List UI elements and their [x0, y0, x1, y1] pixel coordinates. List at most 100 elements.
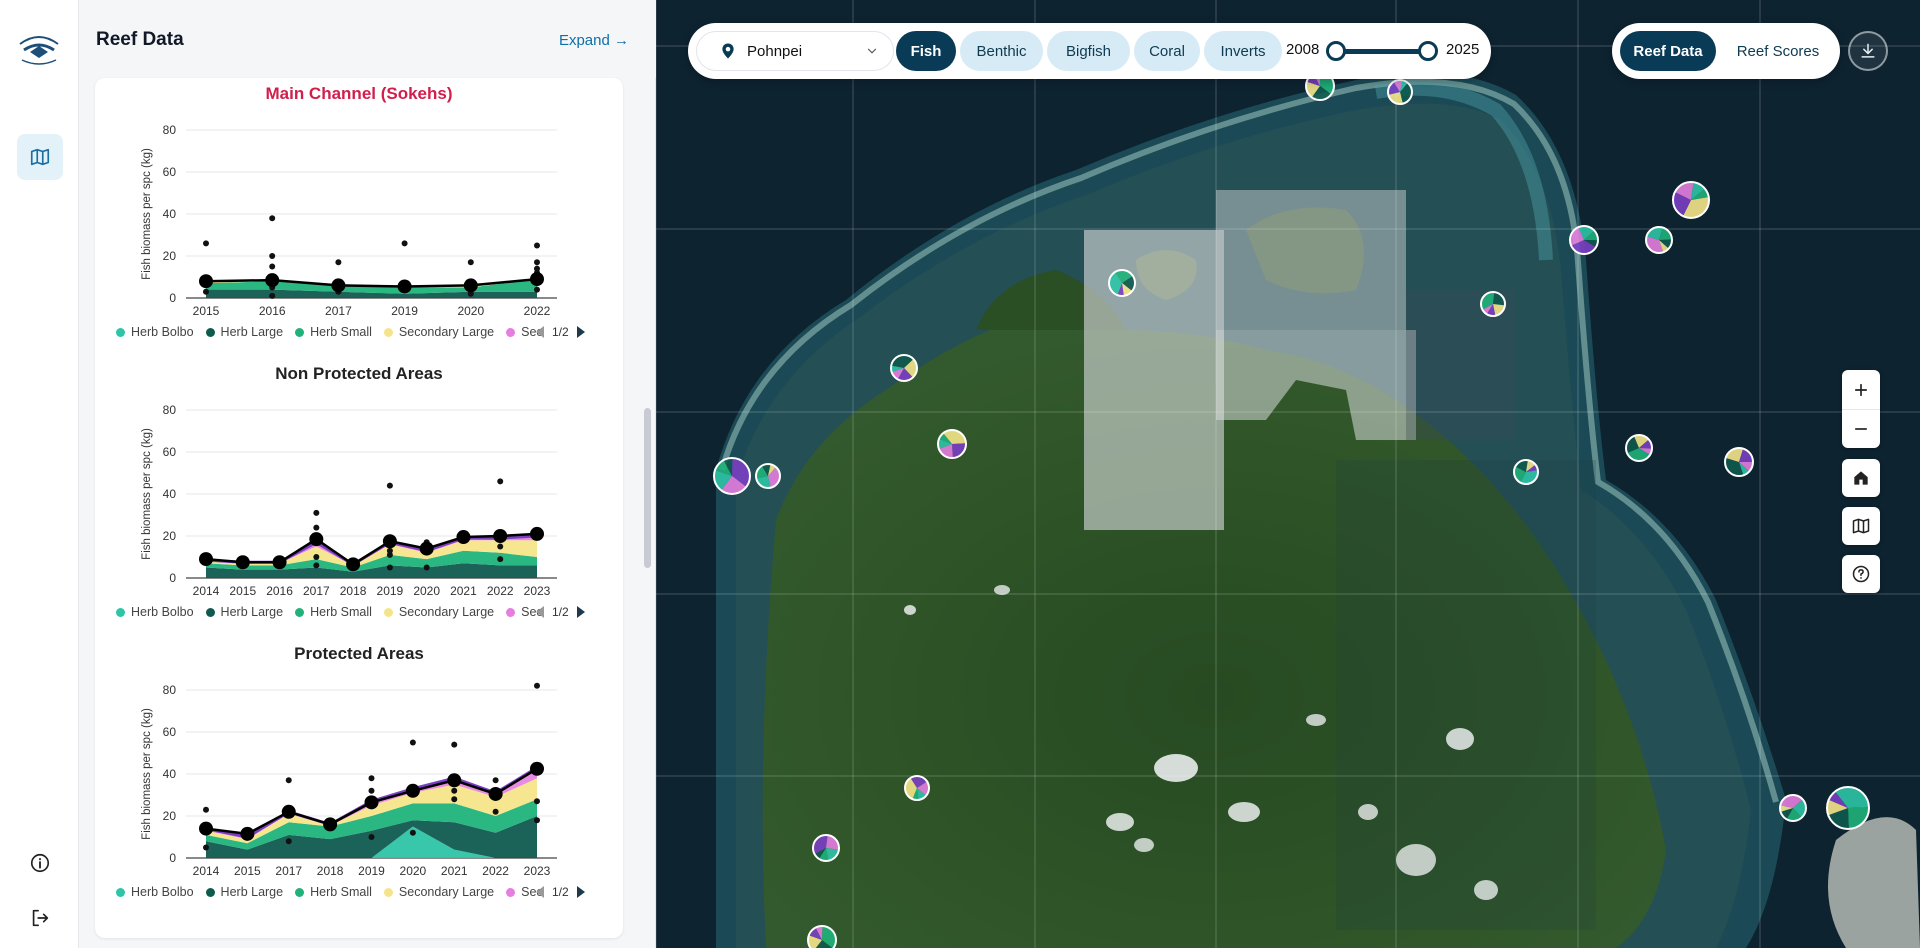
- sample-point[interactable]: [203, 844, 209, 851]
- sample-point[interactable]: [409, 739, 416, 746]
- legend-prev-icon[interactable]: [536, 886, 544, 898]
- legend-item[interactable]: Herb Small: [295, 605, 372, 619]
- site-pie-marker[interactable]: [1724, 447, 1754, 477]
- sample-point[interactable]: [203, 240, 209, 247]
- mean-point[interactable]: [199, 274, 213, 289]
- site-pie-marker[interactable]: [1569, 225, 1599, 255]
- mean-point[interactable]: [199, 552, 213, 567]
- sample-point[interactable]: [313, 554, 320, 560]
- mean-point[interactable]: [331, 278, 346, 293]
- site-pie-marker[interactable]: [904, 775, 930, 801]
- site-pie-marker[interactable]: [1480, 291, 1506, 317]
- sample-point[interactable]: [497, 556, 504, 563]
- zoom-out-button[interactable]: [1851, 410, 1871, 448]
- year-end-handle[interactable]: [1418, 41, 1438, 61]
- mean-point[interactable]: [419, 541, 434, 556]
- mean-point[interactable]: [447, 773, 462, 788]
- mean-point[interactable]: [240, 826, 255, 841]
- legend-item[interactable]: Herb Large: [205, 325, 283, 339]
- map-view[interactable]: [656, 0, 1920, 948]
- sample-point[interactable]: [313, 509, 320, 516]
- sample-point[interactable]: [269, 292, 276, 299]
- sample-point[interactable]: [492, 777, 499, 784]
- sample-point[interactable]: [467, 259, 474, 266]
- download-button[interactable]: [1848, 31, 1888, 71]
- sample-point[interactable]: [534, 286, 540, 293]
- sample-point[interactable]: [492, 808, 499, 815]
- site-pie-marker[interactable]: [1625, 434, 1653, 462]
- logout-button[interactable]: [17, 895, 63, 941]
- legend-item[interactable]: Herb Large: [205, 885, 283, 899]
- mean-point[interactable]: [199, 821, 213, 836]
- site-pie-marker[interactable]: [1645, 226, 1673, 254]
- legend-item[interactable]: Herb Bolbo: [116, 605, 194, 619]
- legend-item[interactable]: Herb Small: [295, 325, 372, 339]
- mean-point[interactable]: [323, 817, 338, 832]
- site-pie-marker[interactable]: [1513, 459, 1539, 485]
- legend-item[interactable]: Secondary Large: [383, 605, 494, 619]
- mean-point[interactable]: [463, 278, 478, 293]
- mean-point[interactable]: [493, 529, 508, 543]
- reef-scores-button[interactable]: Reef Scores: [1724, 31, 1832, 71]
- legend-item[interactable]: Herb Bolbo: [116, 885, 194, 899]
- map-view-button[interactable]: [17, 134, 63, 180]
- sample-point[interactable]: [203, 806, 209, 813]
- tab-bigfish[interactable]: Bigfish: [1047, 31, 1130, 71]
- legend-prev-icon[interactable]: [536, 606, 544, 618]
- sample-point[interactable]: [534, 242, 540, 249]
- sample-point[interactable]: [368, 775, 375, 782]
- sample-point[interactable]: [313, 524, 320, 531]
- mean-point[interactable]: [281, 804, 296, 819]
- sample-point[interactable]: [386, 482, 393, 489]
- sample-point[interactable]: [203, 288, 209, 295]
- site-pie-marker[interactable]: [807, 925, 837, 948]
- mean-point[interactable]: [235, 555, 250, 570]
- mean-point[interactable]: [530, 761, 544, 776]
- site-pie-marker[interactable]: [890, 354, 918, 382]
- sample-point[interactable]: [313, 562, 320, 569]
- site-pie-marker[interactable]: [1387, 79, 1413, 105]
- tab-fish[interactable]: Fish: [896, 31, 956, 71]
- reef-data-button[interactable]: Reef Data: [1620, 31, 1716, 71]
- sample-point[interactable]: [269, 253, 276, 259]
- map-layers-button[interactable]: [1842, 507, 1880, 545]
- mean-point[interactable]: [530, 272, 544, 287]
- mean-point[interactable]: [456, 530, 471, 545]
- site-pie-marker[interactable]: [937, 429, 967, 459]
- legend-next-icon[interactable]: [576, 886, 585, 898]
- sample-point[interactable]: [285, 777, 292, 784]
- sample-point[interactable]: [269, 263, 276, 270]
- site-pie-marker[interactable]: [1779, 794, 1807, 822]
- help-button[interactable]: [1842, 555, 1880, 593]
- legend-item[interactable]: Herb Small: [295, 885, 372, 899]
- mean-point[interactable]: [405, 783, 420, 798]
- info-button[interactable]: [17, 840, 63, 886]
- zoom-in-button[interactable]: [1851, 370, 1871, 409]
- sample-point[interactable]: [335, 259, 342, 266]
- sample-point[interactable]: [497, 543, 504, 550]
- home-button[interactable]: [1842, 459, 1880, 497]
- site-pie-marker[interactable]: [1826, 786, 1870, 830]
- year-range-slider[interactable]: [1336, 49, 1428, 54]
- sample-point[interactable]: [534, 259, 540, 266]
- sample-point[interactable]: [401, 240, 408, 247]
- sample-point[interactable]: [451, 787, 458, 794]
- tab-coral[interactable]: Coral: [1134, 31, 1200, 71]
- mean-point[interactable]: [309, 532, 324, 547]
- legend-prev-icon[interactable]: [536, 326, 544, 338]
- site-pie-marker[interactable]: [755, 463, 781, 489]
- location-select[interactable]: Pohnpei: [696, 31, 894, 71]
- sample-point[interactable]: [451, 741, 458, 748]
- legend-item[interactable]: Secondary Large: [383, 325, 494, 339]
- sample-point[interactable]: [534, 817, 540, 824]
- sample-point[interactable]: [285, 838, 292, 845]
- site-pie-marker[interactable]: [812, 834, 840, 862]
- sample-point[interactable]: [409, 829, 416, 836]
- mean-point[interactable]: [265, 273, 280, 288]
- sample-point[interactable]: [368, 787, 375, 794]
- tab-benthic[interactable]: Benthic: [960, 31, 1043, 71]
- sample-point[interactable]: [423, 564, 430, 571]
- sample-point[interactable]: [451, 796, 458, 803]
- satellite-map[interactable]: [656, 0, 1920, 948]
- tab-inverts[interactable]: Inverts: [1204, 31, 1282, 71]
